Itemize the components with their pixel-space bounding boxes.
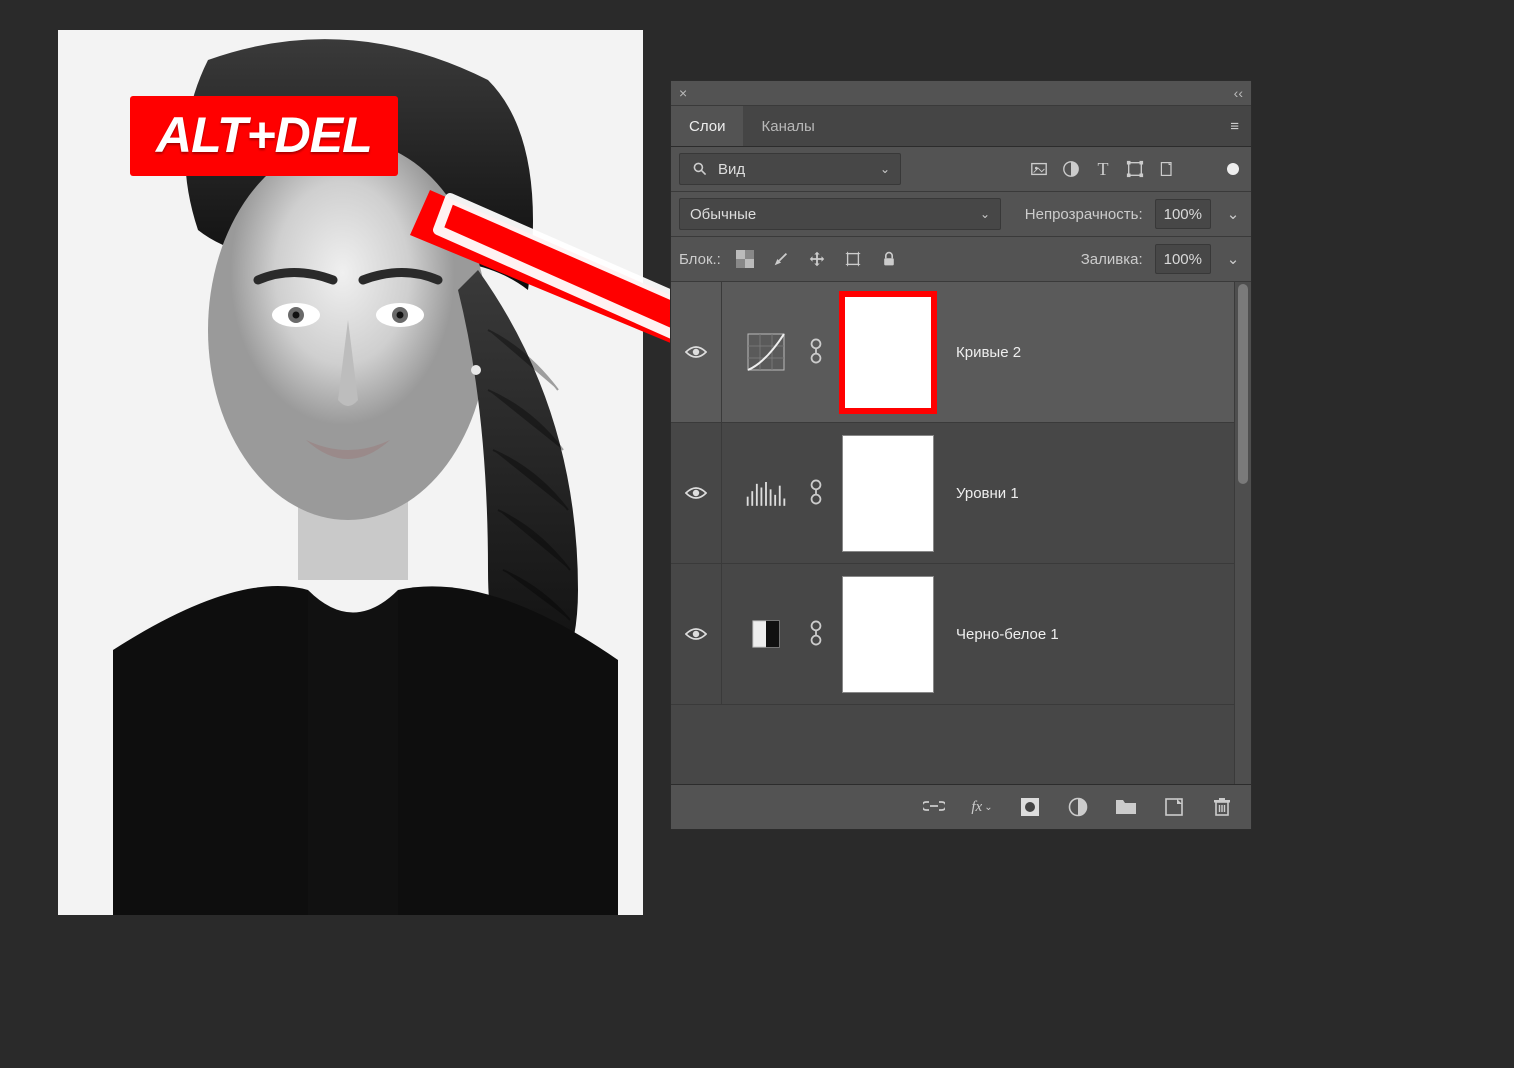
panel-menu-icon[interactable]: ≡ [1218,118,1251,135]
fill-input[interactable]: 100% [1155,244,1211,274]
lock-artboard-icon[interactable] [843,249,863,269]
shortcut-text: ALT+DEL [156,107,372,163]
filter-type-label: Вид [718,161,745,178]
mask-link-icon[interactable] [808,619,826,649]
layer-mask-thumbnail[interactable] [842,294,934,411]
search-icon [690,159,710,179]
opacity-input[interactable]: 100% [1155,199,1211,229]
fill-label: Заливка: [1081,251,1143,268]
chevron-down-icon[interactable]: ⌄ [1223,204,1243,224]
new-group-icon[interactable] [1115,796,1137,818]
tab-layers[interactable]: Слои [671,106,743,146]
curves-icon[interactable] [742,332,790,372]
visibility-toggle[interactable] [685,485,707,501]
visibility-toggle[interactable] [685,344,707,360]
filter-smart-icon[interactable] [1157,159,1177,179]
filter-toggle[interactable] [1223,159,1243,179]
layer-mask-thumbnail[interactable] [842,576,934,693]
layer-panel-footer: fx⌄ [671,784,1251,829]
scrollbar-thumb[interactable] [1238,284,1248,484]
opacity-value: 100% [1164,206,1202,223]
layer-filter-row: Вид ⌄ T [671,147,1251,192]
close-icon[interactable]: × [679,85,687,101]
chevron-down-icon[interactable]: ⌄ [1223,249,1243,269]
layer-style-icon[interactable]: fx⌄ [971,796,993,818]
shortcut-callout: ALT+DEL [130,96,398,176]
filter-type-icon[interactable]: T [1093,159,1113,179]
bw-icon[interactable] [742,614,790,654]
lock-move-icon[interactable] [807,249,827,269]
filter-shape-icon[interactable] [1125,159,1145,179]
new-adjustment-icon[interactable] [1067,796,1089,818]
filter-adjust-icon[interactable] [1061,159,1081,179]
visibility-toggle[interactable] [685,626,707,642]
new-layer-icon[interactable] [1163,796,1185,818]
add-mask-icon[interactable] [1019,796,1041,818]
lock-row: Блок.: Заливка: 100% ⌄ [671,237,1251,282]
lock-label: Блок.: [679,251,721,268]
chevron-down-icon: ⌄ [980,207,990,221]
layer-row[interactable]: Уровни 1 [671,423,1234,564]
collapse-icon[interactable]: ‹‹ [1234,85,1243,101]
blend-row: Обычные ⌄ Непрозрачность: 100% ⌄ [671,192,1251,237]
opacity-label: Непрозрачность: [1025,206,1143,223]
layer-mask-thumbnail[interactable] [842,435,934,552]
delete-layer-icon[interactable] [1211,796,1233,818]
layers-panel: × ‹‹ Слои Каналы ≡ Вид ⌄ T [670,80,1252,830]
blend-mode-dropdown[interactable]: Обычные ⌄ [679,198,1001,230]
levels-icon[interactable] [742,473,790,513]
blend-mode-value: Обычные [690,206,756,223]
layer-name[interactable]: Уровни 1 [956,485,1019,502]
mask-link-icon[interactable] [808,337,826,367]
layer-row[interactable]: Кривые 2 [671,282,1234,423]
layer-name[interactable]: Черно-белое 1 [956,626,1059,643]
filter-pixel-icon[interactable] [1029,159,1049,179]
link-layers-icon[interactable] [923,796,945,818]
lock-transparent-icon[interactable] [735,249,755,269]
layers-scrollbar[interactable] [1234,282,1251,784]
fill-value: 100% [1164,251,1202,268]
mask-link-icon[interactable] [808,478,826,508]
layer-list[interactable]: Кривые 2 Уровни 1 Черно-белое 1 [671,282,1234,784]
chevron-down-icon: ⌄ [880,162,890,176]
lock-paint-icon[interactable] [771,249,791,269]
lock-all-icon[interactable] [879,249,899,269]
panel-titlebar: × ‹‹ [671,81,1251,106]
layer-list-container: Кривые 2 Уровни 1 Черно-белое 1 [671,282,1251,784]
tab-channels[interactable]: Каналы [743,106,832,146]
layer-row[interactable]: Черно-белое 1 [671,564,1234,705]
panel-tabs: Слои Каналы ≡ [671,106,1251,147]
filter-type-dropdown[interactable]: Вид ⌄ [679,153,901,185]
layer-name[interactable]: Кривые 2 [956,344,1021,361]
